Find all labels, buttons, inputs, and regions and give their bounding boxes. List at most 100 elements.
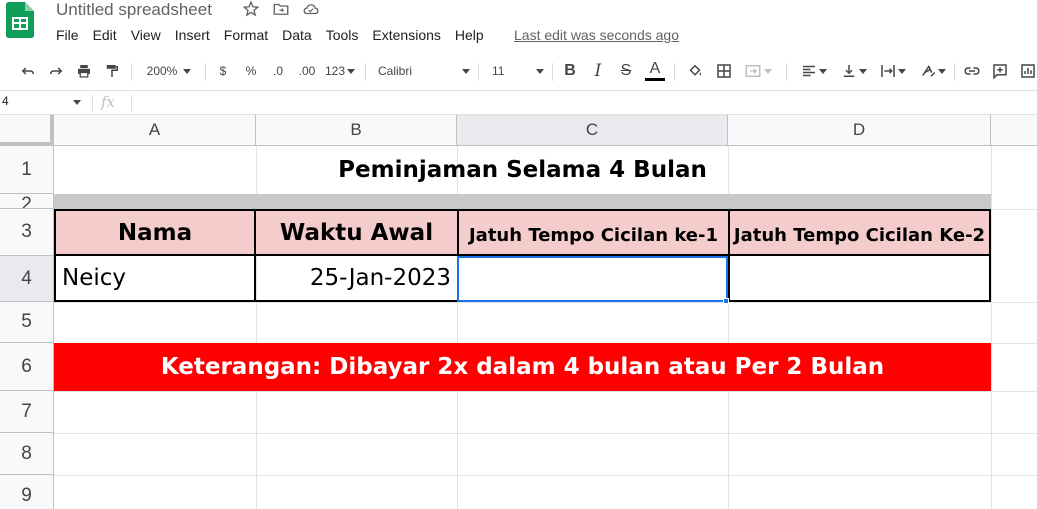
- fill-color-button[interactable]: [684, 55, 706, 87]
- chevron-down-icon: [347, 68, 356, 74]
- undo-button[interactable]: [16, 55, 40, 87]
- cell-d4[interactable]: [728, 256, 991, 302]
- paint-format-button[interactable]: [100, 55, 124, 87]
- strikethrough-button[interactable]: S: [616, 55, 636, 87]
- decrease-decimal-button[interactable]: .0: [266, 55, 290, 87]
- row-header-2[interactable]: 2: [0, 194, 54, 209]
- column-header-c[interactable]: C: [457, 115, 728, 146]
- insert-comment-button[interactable]: [988, 55, 1012, 87]
- move-folder-icon[interactable]: [272, 0, 290, 18]
- column-header-e[interactable]: [991, 115, 1037, 146]
- star-icon[interactable]: [242, 0, 260, 18]
- borders-button[interactable]: [712, 55, 736, 87]
- font-family-select[interactable]: Calibri: [378, 55, 470, 87]
- chevron-down-icon: [462, 68, 470, 74]
- font-family-value: Calibri: [378, 64, 413, 78]
- menu-file[interactable]: File: [56, 27, 79, 43]
- chevron-down-icon: [897, 68, 906, 74]
- menu-tools[interactable]: Tools: [326, 27, 359, 43]
- italic-label: I: [594, 61, 602, 81]
- formula-bar: 4 fx: [0, 90, 1037, 115]
- insert-link-button[interactable]: [960, 55, 984, 87]
- row-header-9[interactable]: 9: [0, 475, 54, 509]
- align-bottom-icon: [843, 65, 854, 77]
- cell-a4[interactable]: Neicy: [54, 256, 256, 302]
- fx-icon: fx: [101, 93, 116, 111]
- merge-cells-button[interactable]: [740, 55, 776, 87]
- cell-c3-header[interactable]: Jatuh Tempo Cicilan ke-1: [457, 209, 730, 256]
- selected-cell-outline: [457, 256, 728, 302]
- bold-button[interactable]: B: [560, 55, 580, 87]
- borders-icon: [717, 64, 731, 78]
- horizontal-align-button[interactable]: [796, 55, 830, 87]
- last-edit-link[interactable]: Last edit was seconds ago: [514, 27, 679, 43]
- row-header-5[interactable]: 5: [0, 302, 54, 343]
- column-header-d[interactable]: D: [728, 115, 991, 146]
- cell-a1-title[interactable]: Peminjaman Selama 4 Bulan: [54, 146, 991, 194]
- row-header-1[interactable]: 1: [0, 146, 54, 194]
- row-header-3[interactable]: 3: [0, 209, 54, 256]
- menu-help[interactable]: Help: [455, 27, 484, 43]
- row-header-6[interactable]: 6: [0, 343, 54, 391]
- redo-button[interactable]: [44, 55, 68, 87]
- gridline: [54, 391, 1037, 392]
- menu-extensions[interactable]: Extensions: [372, 27, 440, 43]
- cell-b4[interactable]: 25-Jan-2023: [254, 256, 459, 302]
- italic-button[interactable]: I: [588, 55, 608, 87]
- print-button[interactable]: [72, 55, 96, 87]
- cell-d3-header[interactable]: Jatuh Tempo Cicilan Ke-2: [728, 209, 991, 256]
- menu-view[interactable]: View: [131, 27, 161, 43]
- insert-chart-button[interactable]: [1016, 55, 1037, 87]
- fill-handle[interactable]: [723, 298, 729, 304]
- chevron-down-icon: [818, 68, 827, 74]
- menu-insert[interactable]: Insert: [175, 27, 210, 43]
- font-size-value: 11: [492, 64, 505, 78]
- formula-separator: [131, 95, 132, 111]
- text-color-button[interactable]: A: [644, 55, 666, 87]
- row-header-8[interactable]: 8: [0, 433, 54, 475]
- strikethrough-label: S: [620, 62, 632, 79]
- sheet-grid[interactable]: A B C D 1 2 3 4 5 6 7 8 9 Peminjaman Sel…: [0, 115, 1037, 509]
- chevron-down-icon: [73, 100, 81, 105]
- menu-format[interactable]: Format: [224, 27, 268, 43]
- toolbar-separator: [205, 63, 206, 81]
- sheets-logo-icon[interactable]: [6, 2, 34, 38]
- text-color-label: A: [649, 60, 661, 77]
- toolbar: 200% $ % .0 .00 123 Calibri 11 B I S A: [0, 55, 1037, 87]
- percent-label: %: [245, 64, 257, 78]
- percent-format-button[interactable]: %: [242, 55, 260, 87]
- toolbar-separator: [674, 63, 675, 81]
- increase-decimal-button[interactable]: .00: [294, 55, 320, 87]
- cell-a6-note[interactable]: Keterangan: Dibayar 2x dalam 4 bulan ata…: [54, 343, 991, 391]
- text-rotation-button[interactable]: [914, 55, 950, 87]
- column-header-a[interactable]: A: [54, 115, 256, 146]
- more-formats-button[interactable]: 123: [322, 55, 358, 87]
- text-wrapping-button[interactable]: [874, 55, 910, 87]
- decrease-decimal-label: .0: [272, 64, 283, 78]
- formula-separator: [92, 95, 93, 111]
- currency-format-button[interactable]: $: [214, 55, 232, 87]
- text-rotation-icon: [921, 65, 935, 77]
- menu-edit[interactable]: Edit: [93, 27, 117, 43]
- cell-b3-header[interactable]: Waktu Awal: [254, 209, 459, 256]
- redo-icon: [50, 67, 63, 75]
- cell-a3-header[interactable]: Nama: [54, 209, 256, 256]
- row-header-4[interactable]: 4: [0, 256, 54, 302]
- menu-data[interactable]: Data: [282, 27, 312, 43]
- formula-input[interactable]: [138, 94, 1028, 112]
- document-title[interactable]: Untitled spreadsheet: [56, 0, 212, 20]
- select-all-corner[interactable]: [0, 115, 54, 146]
- font-size-select[interactable]: 11: [492, 55, 544, 87]
- toolbar-separator: [131, 63, 132, 81]
- row-2-band[interactable]: [54, 194, 991, 209]
- chevron-down-icon: [858, 68, 867, 74]
- name-box[interactable]: 4: [0, 94, 85, 112]
- toolbar-separator: [552, 63, 553, 81]
- row-header-7[interactable]: 7: [0, 391, 54, 433]
- comment-icon: [993, 64, 1007, 80]
- cloud-status-icon[interactable]: [302, 0, 320, 18]
- column-header-b[interactable]: B: [256, 115, 457, 146]
- zoom-select[interactable]: 200%: [142, 55, 196, 87]
- vertical-align-button[interactable]: [836, 55, 870, 87]
- name-box-value: 4: [2, 94, 9, 108]
